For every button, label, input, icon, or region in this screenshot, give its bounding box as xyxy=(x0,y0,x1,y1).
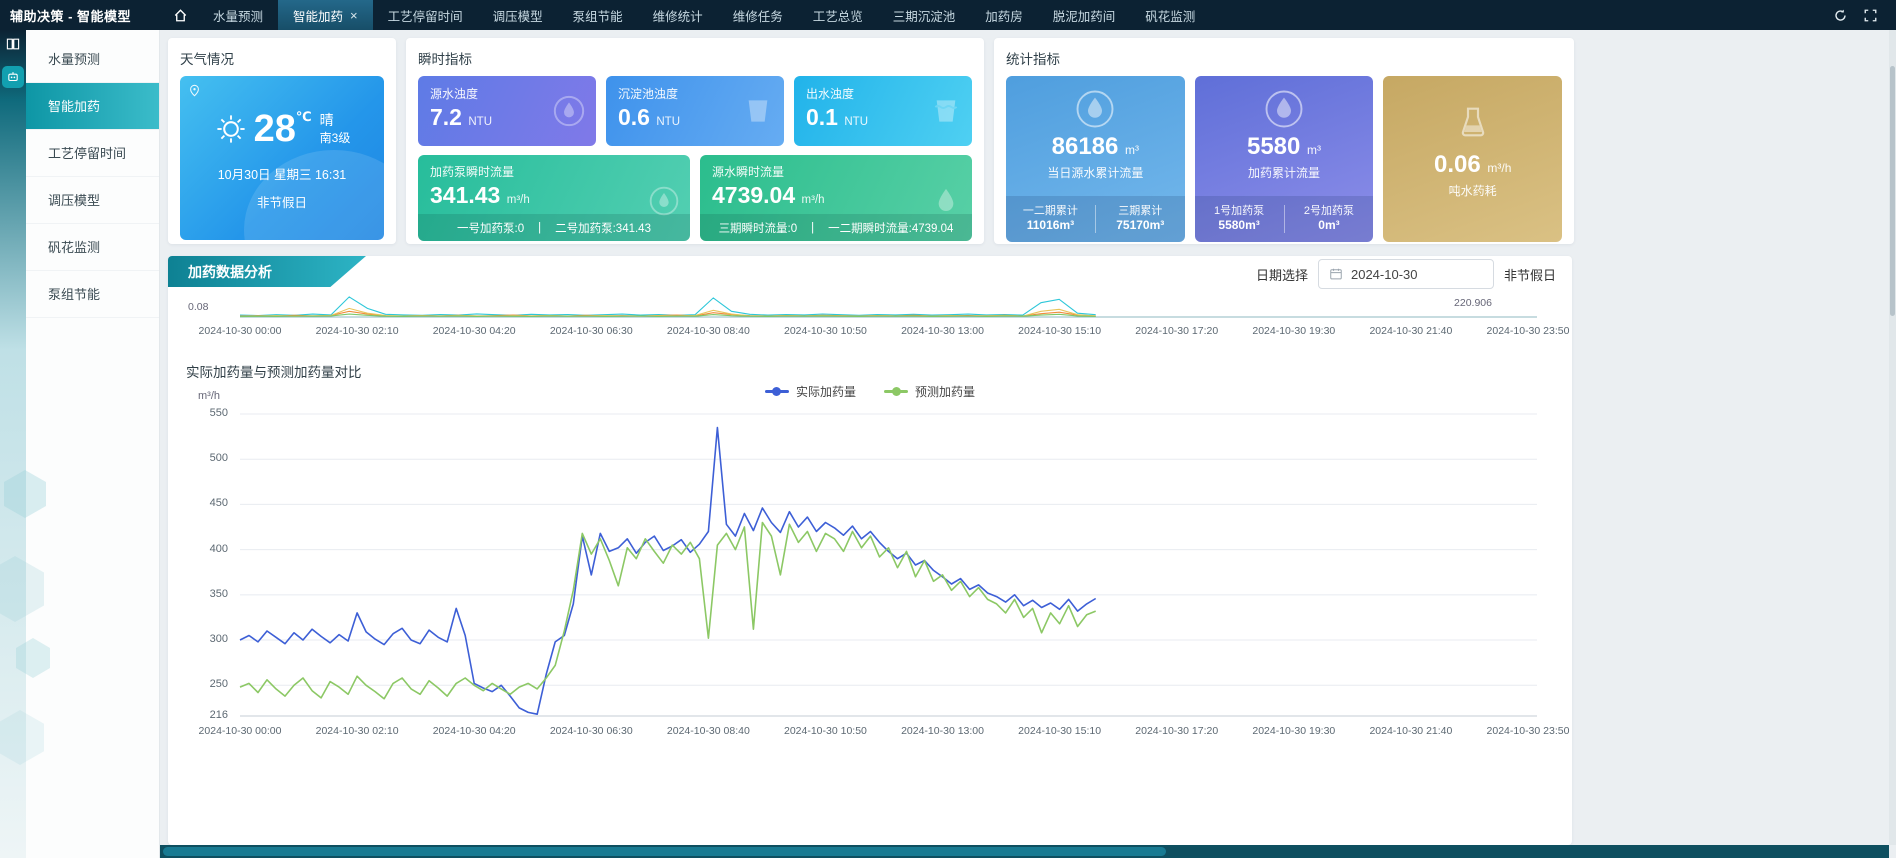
date-picker-label: 日期选择 xyxy=(1256,265,1308,284)
cup-icon xyxy=(742,95,774,127)
stat-tile-daily-source-volume: 86186 m³ 当日源水累计流量 一二期累计11016m³ 三期累计75170… xyxy=(1006,76,1185,242)
horizontal-scrollbar[interactable] xyxy=(160,845,1889,858)
card-title: 瞬时指标 xyxy=(418,48,972,68)
card-title: 天气情况 xyxy=(180,48,384,68)
comparison-x-axis: 2024-10-30 00:00 2024-10-30 02:10 2024-1… xyxy=(182,723,1558,739)
weather-datetime: 10月30日 星期三 16:31 xyxy=(180,164,384,183)
dosing-data-strip-chart: 0.08 220.906 xyxy=(182,292,1558,322)
droplet-icon xyxy=(930,185,962,217)
weather-card: 天气情况 28℃ 晴 南3级 10月30日 星期三 16:31 非节假日 xyxy=(168,38,396,244)
sidebar-item-floc-monitor[interactable]: 矾花监测 xyxy=(26,224,159,271)
home-icon xyxy=(173,8,188,23)
tab-sludge-dosing-room[interactable]: 脱泥加药间 xyxy=(1038,0,1131,30)
tab-water-forecast[interactable]: 水量预测 xyxy=(198,0,278,30)
tab-dosing-room[interactable]: 加药房 xyxy=(970,0,1038,30)
instant-metrics-card: 瞬时指标 源水浊度 7.2 NTU 沉淀池浊度 0.6 NTU 出水浊度 0.1… xyxy=(406,38,984,244)
vertical-scrollbar[interactable] xyxy=(1889,30,1896,845)
app-title: 辅助决策 - 智能模型 xyxy=(0,6,162,25)
date-picker-input[interactable]: 2024-10-30 xyxy=(1318,259,1494,289)
dosing-analysis-panel: 加药数据分析 日期选择 2024-10-30 非节假日 0.08 220.906… xyxy=(168,256,1572,845)
divider: | xyxy=(538,222,541,234)
reader-button[interactable] xyxy=(0,30,26,58)
tab-maintenance-tasks[interactable]: 维修任务 xyxy=(718,0,798,30)
comparison-chart-title: 实际加药量与预测加药量对比 xyxy=(186,361,1572,381)
tile-footer: 三期瞬时流量:0 | 一二期瞬时流量:4739.04 xyxy=(700,214,972,241)
beaker-icon xyxy=(1453,102,1493,142)
comparison-chart: m³/h 550 500 450 400 350 300 250 216 xyxy=(182,404,1558,722)
legend-item-predicted[interactable]: 预测加药量 xyxy=(884,383,975,400)
bot-icon xyxy=(6,70,20,84)
summary-cards-row: 天气情况 28℃ 晴 南3级 10月30日 星期三 16:31 非节假日 瞬时指… xyxy=(168,38,1574,244)
tab-smart-dosing[interactable]: 智能加药× xyxy=(278,0,373,30)
droplet-icon xyxy=(1263,88,1305,130)
legend-marker xyxy=(884,390,908,393)
weather-panel: 28℃ 晴 南3级 10月30日 星期三 16:31 非节假日 xyxy=(180,76,384,240)
topbar-actions xyxy=(1828,3,1896,27)
sidebar-item-smart-dosing[interactable]: 智能加药 xyxy=(26,83,159,130)
tab-bar: 水量预测 智能加药× 工艺停留时间 调压模型 泵组节能 维修统计 维修任务 工艺… xyxy=(198,0,1210,30)
divider: | xyxy=(811,222,814,234)
statistics-card: 统计指标 86186 m³ 当日源水累计流量 一二期累计11016m³ 三期累计… xyxy=(994,38,1574,244)
tab-process-overview[interactable]: 工艺总览 xyxy=(798,0,878,30)
metric-tile-effluent-turbidity: 出水浊度 0.1 NTU xyxy=(794,76,972,146)
tile-footer: 一号加药泵:0 | 二号加药泵:341.43 xyxy=(418,214,690,241)
tab-process-retention[interactable]: 工艺停留时间 xyxy=(373,0,478,30)
weather-holiday-status: 非节假日 xyxy=(180,192,384,211)
tab-floc-monitor[interactable]: 矾花监测 xyxy=(1130,0,1210,30)
strip-max-value: 220.906 xyxy=(1454,297,1492,309)
smart-model-button[interactable] xyxy=(2,66,24,88)
stat-tile-dosing-total: 5580 m³ 加药累计流量 1号加药泵5580m³ 2号加药泵0m³ xyxy=(1195,76,1374,242)
comparison-chart-svg xyxy=(182,404,1552,722)
metric-tile-source-flow: 源水瞬时流量 4739.04 m³/h 三期瞬时流量:0 | 一二期瞬时流量:4… xyxy=(700,155,972,241)
location-pin-icon xyxy=(188,84,201,97)
metric-tile-dosing-pump-flow: 加药泵瞬时流量 341.43 m³/h 一号加药泵:0 | 二号加药泵:341.… xyxy=(418,155,690,241)
strip-x-axis: 2024-10-30 00:00 2024-10-30 02:10 2024-1… xyxy=(182,323,1558,339)
y-axis-unit: m³/h xyxy=(198,390,220,402)
metric-tile-source-turbidity: 源水浊度 7.2 NTU xyxy=(418,76,596,146)
sidebar-item-pressure-model[interactable]: 调压模型 xyxy=(26,177,159,224)
holiday-status: 非节假日 xyxy=(1504,265,1556,284)
strip-min-value: 0.08 xyxy=(188,301,208,313)
tab-pump-saving[interactable]: 泵组节能 xyxy=(558,0,638,30)
metric-tile-sedimentation-turbidity: 沉淀池浊度 0.6 NTU xyxy=(606,76,784,146)
calendar-icon xyxy=(1329,267,1343,281)
tab-pressure-model[interactable]: 调压模型 xyxy=(478,0,558,30)
weather-condition: 晴 南3级 xyxy=(320,111,351,146)
reader-icon xyxy=(5,36,21,52)
sidebar: 水量预测 智能加药 工艺停留时间 调压模型 矾花监测 泵组节能 xyxy=(26,30,160,858)
legend-marker xyxy=(765,390,789,393)
stat-tile-chem-per-ton: 0.06 m³/h 吨水药耗 xyxy=(1383,76,1562,242)
droplet-icon xyxy=(648,185,680,217)
sidebar-item-process-retention[interactable]: 工艺停留时间 xyxy=(26,130,159,177)
topbar: 辅助决策 - 智能模型 水量预测 智能加药× 工艺停留时间 调压模型 泵组节能 … xyxy=(0,0,1896,30)
legend-item-actual[interactable]: 实际加药量 xyxy=(765,383,856,400)
sidebar-item-water-forecast[interactable]: 水量预测 xyxy=(26,36,159,83)
droplet-icon xyxy=(1074,88,1116,130)
home-tab[interactable] xyxy=(162,0,198,30)
sidebar-item-pump-saving[interactable]: 泵组节能 xyxy=(26,271,159,318)
fullscreen-button[interactable] xyxy=(1858,3,1882,27)
tab-maintenance-stats[interactable]: 维修统计 xyxy=(638,0,718,30)
vertical-scrollbar-thumb[interactable] xyxy=(1890,66,1895,316)
fullscreen-icon xyxy=(1863,8,1878,23)
refresh-button[interactable] xyxy=(1828,3,1852,27)
stat-footer: 一二期累计11016m³ 三期累计75170m³ xyxy=(1006,196,1185,242)
horizontal-scrollbar-thumb[interactable] xyxy=(163,847,1166,856)
icon-rail xyxy=(0,30,26,858)
cup-waves-icon xyxy=(930,95,962,127)
droplet-icon xyxy=(552,94,586,128)
sun-icon xyxy=(214,112,248,146)
tab-phase3-sedimentation[interactable]: 三期沉淀池 xyxy=(878,0,971,30)
strip-chart-svg xyxy=(182,292,1552,322)
card-title: 统计指标 xyxy=(1006,48,1562,68)
temperature-value: 28℃ xyxy=(254,110,312,148)
refresh-icon xyxy=(1833,8,1848,23)
stat-footer: 1号加药泵5580m³ 2号加药泵0m³ xyxy=(1195,196,1374,242)
section-ribbon-title: 加药数据分析 xyxy=(168,256,366,287)
tab-close-icon[interactable]: × xyxy=(350,9,358,22)
chart-legend: 实际加药量 预测加药量 xyxy=(168,383,1572,400)
